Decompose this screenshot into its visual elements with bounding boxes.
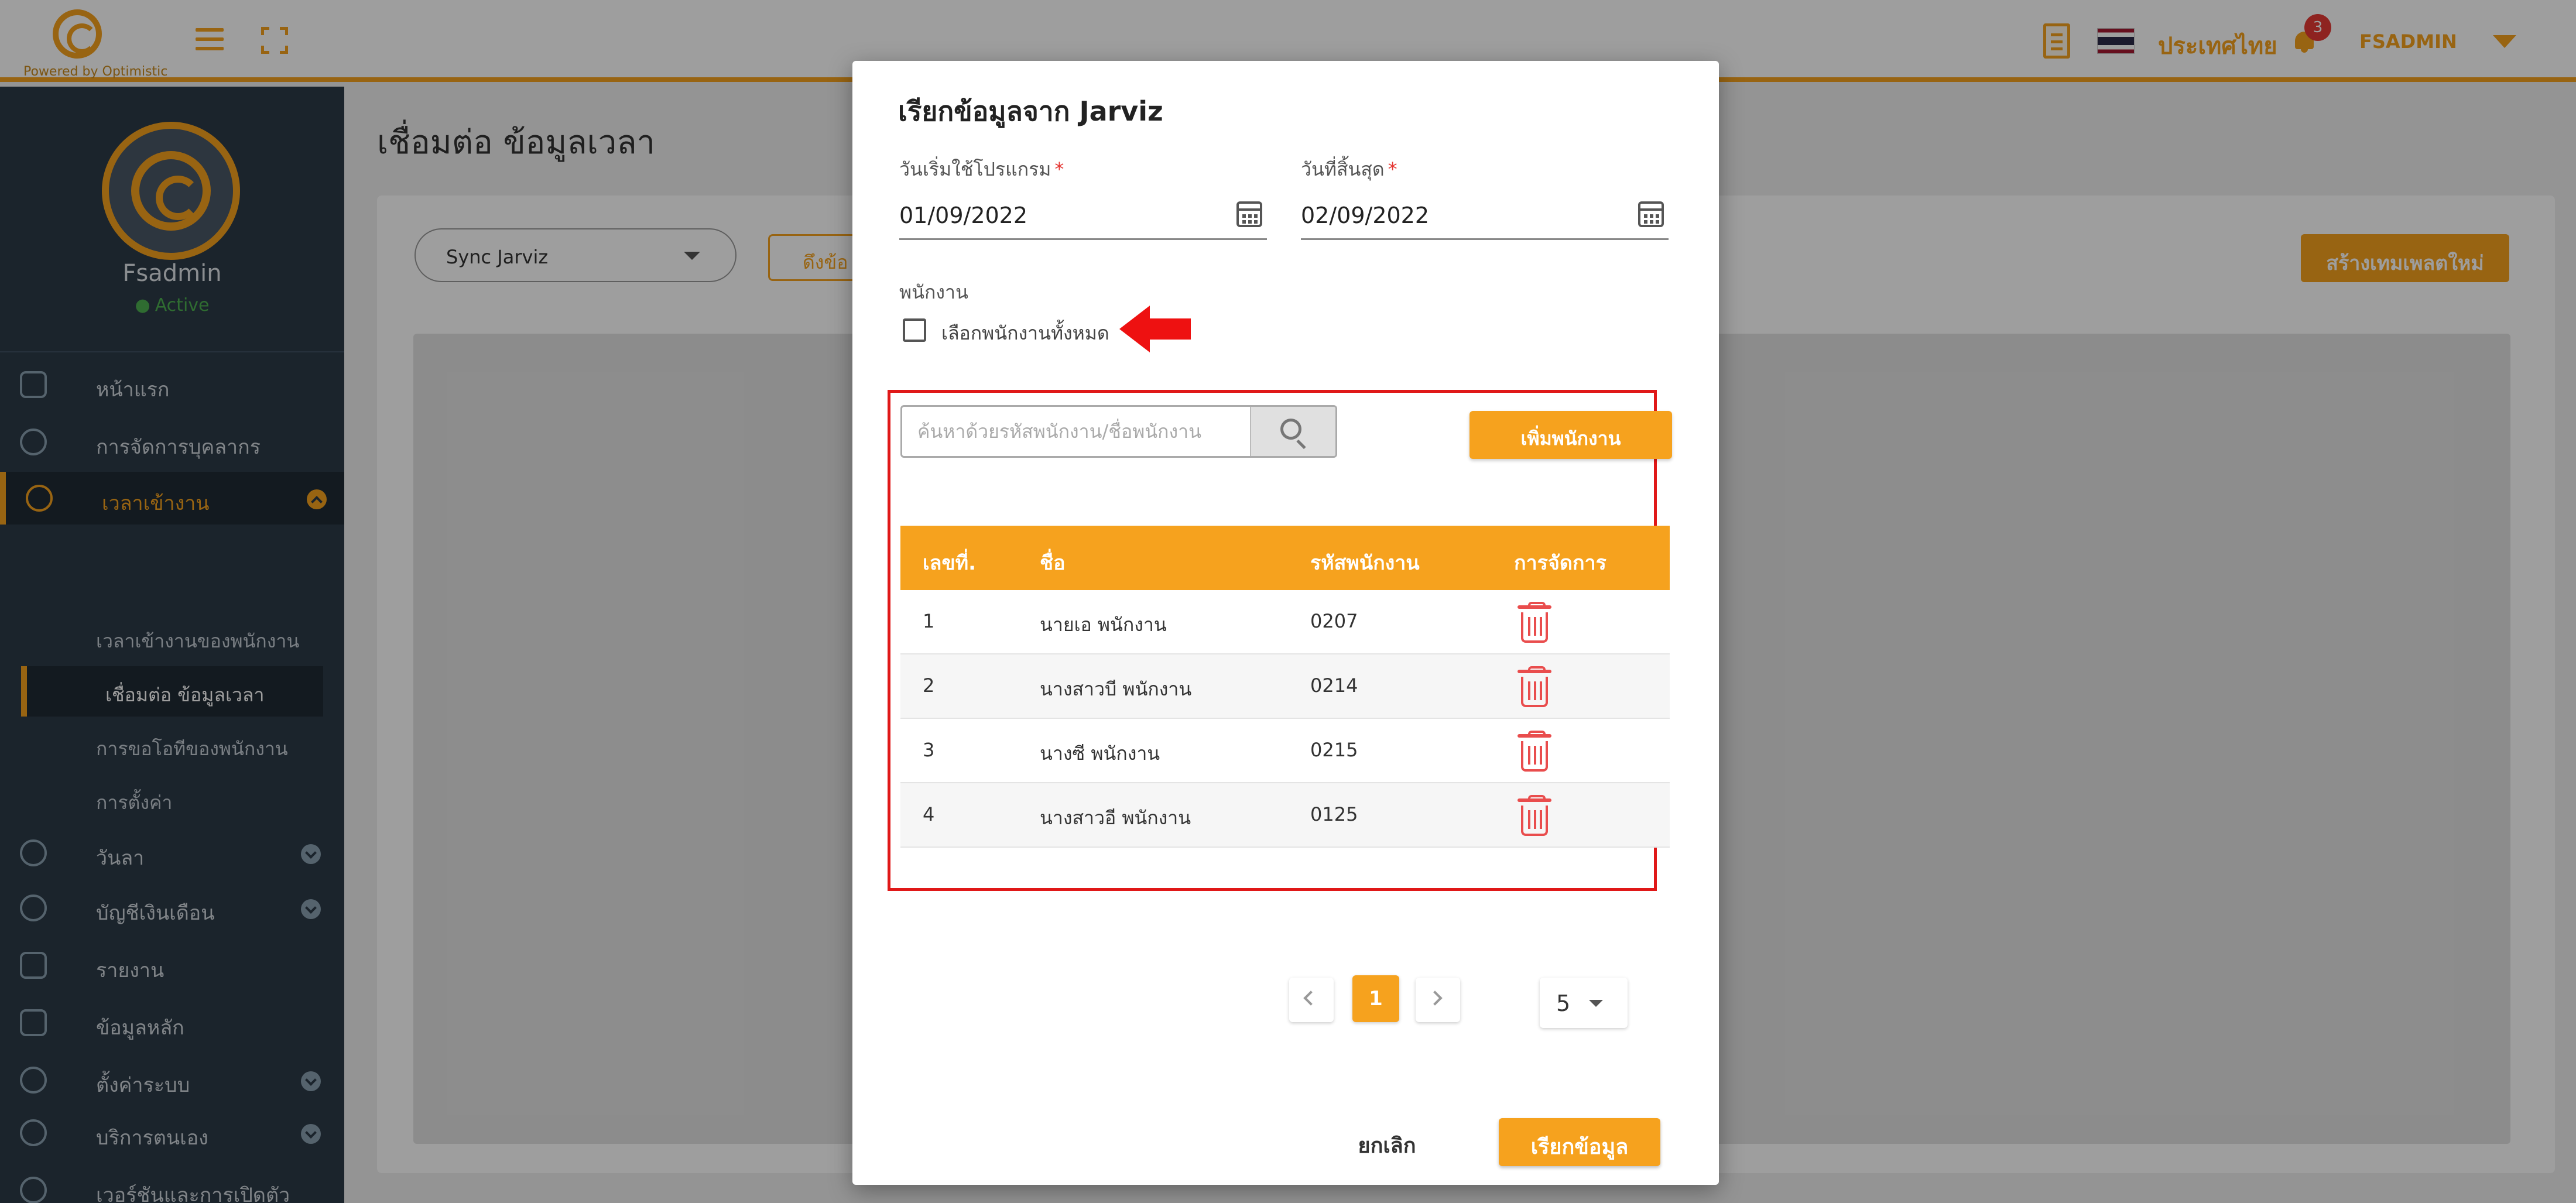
row-no: 4 — [923, 803, 935, 825]
chevron-right-icon — [1427, 990, 1443, 1006]
row-no: 3 — [923, 739, 935, 761]
current-page-button[interactable]: 1 — [1352, 975, 1399, 1022]
start-date-value: 01/09/2022 — [899, 203, 1028, 228]
annotation-arrow-icon — [1119, 306, 1191, 352]
calendar-icon[interactable] — [1236, 201, 1262, 227]
chevron-left-icon — [1303, 990, 1318, 1006]
end-date-field[interactable]: 02/09/2022 — [1301, 196, 1669, 240]
prev-page-button[interactable] — [1289, 978, 1334, 1022]
cancel-button[interactable]: ยกเลิก — [1343, 1120, 1431, 1161]
employee-table: เลขที่. ชื่อ รหัสพนักงาน การจัดการ 1 นาย… — [900, 526, 1670, 848]
header-code: รหัสพนักงาน — [1310, 551, 1420, 575]
row-code: 0125 — [1310, 803, 1358, 825]
fetch-data-button[interactable]: เรียกข้อมูล — [1499, 1118, 1660, 1166]
row-no: 1 — [923, 610, 935, 632]
table-row: 4 นางสาวอี พนักงาน 0125 — [900, 783, 1670, 848]
header-no: เลขที่. — [923, 551, 977, 575]
end-date-label: วันที่สิ้นสุด * — [1301, 158, 1397, 180]
chevron-down-icon — [1589, 1000, 1603, 1007]
row-name: นางซี พนักงาน — [1040, 742, 1160, 765]
employee-search-input[interactable] — [902, 407, 1251, 456]
search-button[interactable] — [1250, 407, 1335, 456]
row-code: 0207 — [1310, 610, 1358, 632]
start-date-label: วันเริ่มใช้โปรแกรม * — [899, 158, 1064, 180]
row-no: 2 — [923, 674, 935, 697]
add-employee-button[interactable]: เพิ่มพนักงาน — [1469, 411, 1672, 459]
dialog-title: เรียกข้อมูลจาก Jarviz — [898, 95, 1163, 127]
trash-icon[interactable] — [1517, 602, 1551, 644]
row-code: 0214 — [1310, 674, 1358, 697]
calendar-icon[interactable] — [1638, 201, 1664, 227]
employee-label: พนักงาน — [899, 281, 968, 303]
select-all-checkbox[interactable] — [903, 318, 926, 342]
next-page-button[interactable] — [1416, 978, 1460, 1022]
row-name: นางสาวอี พนักงาน — [1040, 807, 1191, 829]
table-row: 3 นางซี พนักงาน 0215 — [900, 719, 1670, 783]
page-size-select[interactable]: 5 — [1540, 978, 1628, 1028]
fetch-data-label: เรียกข้อมูล — [1530, 1135, 1629, 1159]
table-row: 1 นายเอ พนักงาน 0207 — [900, 590, 1670, 654]
end-date-value: 02/09/2022 — [1301, 203, 1430, 228]
trash-icon[interactable] — [1517, 731, 1551, 773]
header-actions: การจัดการ — [1514, 551, 1606, 575]
header-name: ชื่อ — [1040, 551, 1066, 575]
row-name: นางสาวบี พนักงาน — [1040, 678, 1192, 700]
row-name: นายเอ พนักงาน — [1040, 614, 1167, 636]
employee-search — [900, 405, 1337, 458]
table-row: 2 นางสาวบี พนักงาน 0214 — [900, 654, 1670, 719]
trash-icon[interactable] — [1517, 795, 1551, 837]
fetch-jarviz-dialog: เรียกข้อมูลจาก Jarviz วันเริ่มใช้โปรแกรม… — [852, 61, 1719, 1185]
cancel-label: ยกเลิก — [1358, 1134, 1416, 1158]
trash-icon[interactable] — [1517, 666, 1551, 708]
page-size-value: 5 — [1556, 990, 1571, 1016]
search-icon — [1280, 419, 1301, 440]
select-all-label[interactable]: เลือกพนักงานทั้งหมด — [941, 318, 1109, 348]
row-code: 0215 — [1310, 739, 1358, 761]
start-date-field[interactable]: 01/09/2022 — [899, 196, 1267, 240]
table-header: เลขที่. ชื่อ รหัสพนักงาน การจัดการ — [900, 526, 1670, 590]
add-employee-label: เพิ่มพนักงาน — [1520, 427, 1621, 450]
